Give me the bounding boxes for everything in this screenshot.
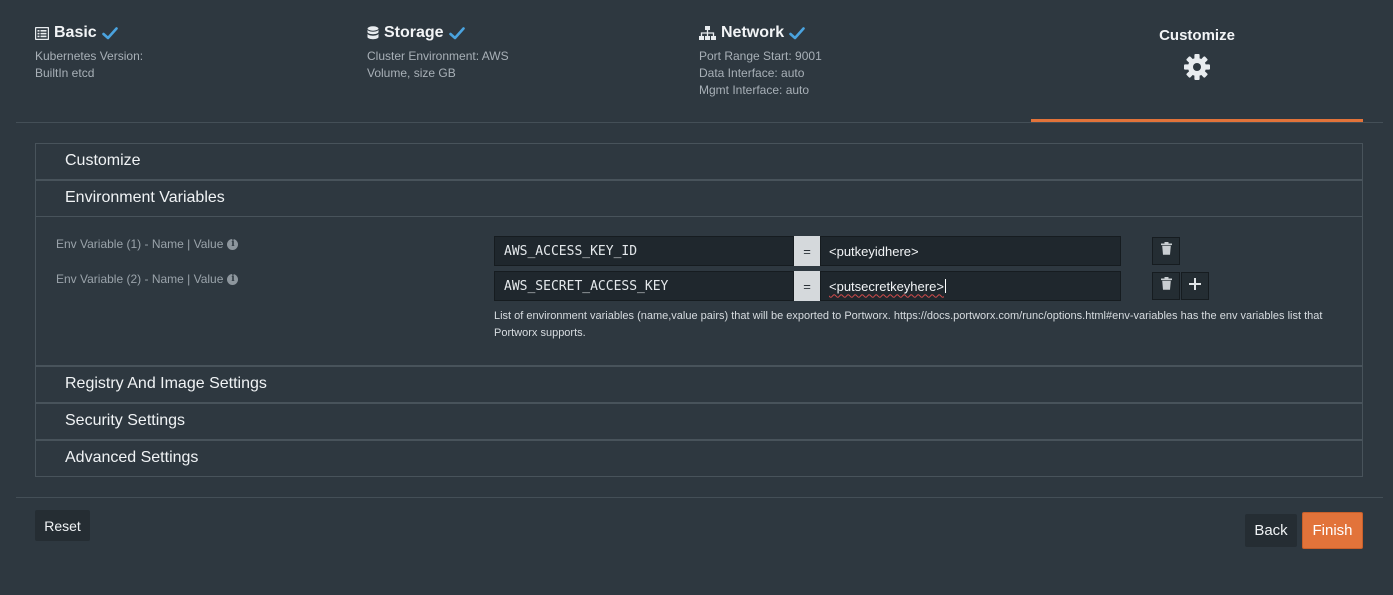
env-help-text: List of environment variables (name,valu…: [494, 310, 1323, 339]
trash-icon: [1160, 242, 1172, 260]
check-icon: [789, 26, 805, 40]
divider: [36, 216, 1362, 217]
env-variable-label-text: Env Variable (1) - Name | Value: [56, 237, 224, 251]
back-button[interactable]: Back: [1245, 514, 1297, 547]
equals-sign: =: [794, 236, 820, 266]
panel-customize[interactable]: Customize: [35, 143, 1363, 180]
delete-env-button[interactable]: [1152, 237, 1180, 265]
info-icon[interactable]: i: [227, 273, 239, 285]
panel-advanced-title[interactable]: Advanced Settings: [65, 449, 198, 467]
database-icon: [367, 26, 379, 40]
step-basic-line: BuiltIn etcd: [35, 66, 95, 80]
step-basic[interactable]: Basic Kubernetes Version: BuiltIn etcd: [35, 22, 143, 82]
delete-env-button[interactable]: [1152, 272, 1180, 300]
sitemap-icon: [699, 26, 716, 40]
panel-environment-variables: Environment Variables Env Variable (1) -…: [35, 180, 1363, 366]
env-name-input[interactable]: AWS_SECRET_ACCESS_KEY: [494, 271, 794, 301]
env-variable-label: Env Variable (1) - Name | Value i: [56, 237, 239, 251]
panel-env-title[interactable]: Environment Variables: [65, 189, 225, 207]
step-customize-title: Customize: [1159, 26, 1235, 44]
step-storage[interactable]: Storage Cluster Environment: AWS Volume,…: [367, 22, 509, 82]
plus-icon: [1189, 277, 1201, 295]
divider: [16, 122, 1383, 123]
reset-button[interactable]: Reset: [35, 510, 90, 541]
panel-security[interactable]: Security Settings: [35, 403, 1363, 440]
check-icon: [101, 26, 118, 40]
step-network-line: Data Interface: auto: [699, 66, 805, 80]
finish-button[interactable]: Finish: [1302, 512, 1363, 549]
gear-icon: [1183, 53, 1211, 86]
step-network-line: Mgmt Interface: auto: [699, 83, 810, 97]
env-variable-label: Env Variable (2) - Name | Value i: [56, 272, 239, 286]
env-name-input[interactable]: AWS_ACCESS_KEY_ID: [494, 236, 794, 266]
panel-advanced[interactable]: Advanced Settings: [35, 440, 1363, 477]
env-variable-label-text: Env Variable (2) - Name | Value: [56, 272, 224, 286]
equals-sign: =: [794, 271, 820, 301]
env-variable-row: AWS_ACCESS_KEY_ID = <putkeyidhere>: [494, 236, 1121, 266]
step-network-title: Network: [721, 24, 785, 41]
step-basic-title: Basic: [54, 24, 97, 41]
panel-customize-title[interactable]: Customize: [65, 152, 141, 170]
panel-registry-title[interactable]: Registry And Image Settings: [65, 375, 267, 393]
step-network[interactable]: Network Port Range Start: 9001 Data Inte…: [699, 22, 822, 99]
info-icon[interactable]: i: [227, 238, 239, 250]
env-value-text: <putkeyidhere>: [829, 243, 919, 259]
step-customize[interactable]: Customize: [1031, 24, 1363, 86]
step-storage-line: Volume, size GB: [367, 66, 456, 80]
panel-security-title[interactable]: Security Settings: [65, 412, 185, 430]
step-storage-line: Cluster Environment: AWS: [367, 49, 509, 63]
step-network-line: Port Range Start: 9001: [699, 49, 822, 63]
step-basic-line: Kubernetes Version:: [35, 49, 144, 63]
env-value-input[interactable]: <putsecretkeyhere>: [820, 271, 1121, 301]
divider: [16, 497, 1383, 498]
panel-registry[interactable]: Registry And Image Settings: [35, 366, 1363, 403]
add-env-button[interactable]: [1181, 272, 1209, 300]
text-caret: [944, 279, 946, 293]
env-value-text: <putsecretkeyhere>: [829, 278, 944, 294]
step-storage-title: Storage: [384, 24, 444, 41]
env-variable-row: AWS_SECRET_ACCESS_KEY = <putsecretkeyher…: [494, 271, 1121, 301]
env-value-input[interactable]: <putkeyidhere>: [820, 236, 1121, 266]
check-icon: [448, 26, 465, 40]
list-icon: [35, 26, 49, 40]
wizard-steps: Basic Kubernetes Version: BuiltIn etcd S…: [0, 0, 1393, 123]
trash-icon: [1160, 277, 1172, 295]
